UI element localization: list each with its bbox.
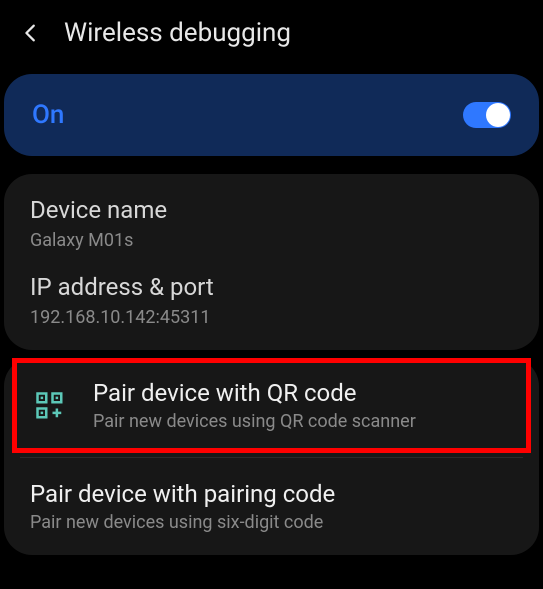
device-name-row[interactable]: Device name Galaxy M01s [30,196,513,251]
device-name-value: Galaxy M01s [30,230,513,251]
ip-port-row[interactable]: IP address & port 192.168.10.142:45311 [30,273,513,328]
pair-qr-title: Pair device with QR code [93,379,508,407]
pair-qr-item[interactable]: Pair device with QR code Pair new device… [12,358,531,453]
pair-code-item[interactable]: Pair device with pairing code Pair new d… [20,457,523,555]
pair-qr-sub: Pair new devices using QR code scanner [93,411,508,432]
wireless-debugging-toggle-row[interactable]: On [4,74,539,156]
pair-qr-text: Pair device with QR code Pair new device… [93,379,508,432]
ip-port-label: IP address & port [30,273,513,301]
pair-methods-card: Pair device with QR code Pair new device… [4,358,539,555]
qr-code-icon [35,391,65,421]
device-name-label: Device name [30,196,513,224]
device-info-card: Device name Galaxy M01s IP address & por… [4,174,539,350]
back-icon[interactable] [20,22,42,44]
header: Wireless debugging [0,0,543,66]
pair-code-title: Pair device with pairing code [30,480,513,508]
toggle-switch[interactable] [463,102,511,128]
toggle-status-label: On [32,100,64,130]
page-title: Wireless debugging [64,18,291,48]
pair-code-text: Pair device with pairing code Pair new d… [30,480,513,533]
pair-code-sub: Pair new devices using six-digit code [30,512,513,533]
ip-port-value: 192.168.10.142:45311 [30,307,513,328]
